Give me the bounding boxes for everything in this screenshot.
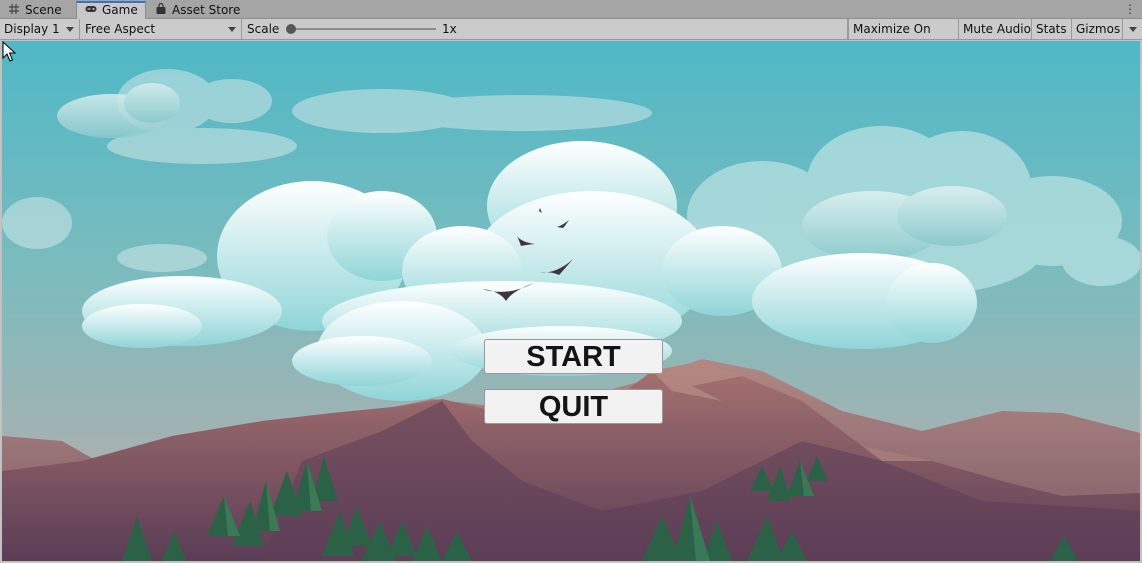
tab-asset-store[interactable]: Asset Store: [147, 1, 243, 19]
tab-asset-store-label: Asset Store: [172, 3, 241, 17]
gamepad-icon: [85, 6, 97, 12]
scale-slider-track[interactable]: [291, 28, 436, 30]
grid-icon: [9, 4, 19, 14]
display-dropdown[interactable]: Display 1: [0, 19, 80, 39]
tab-game-label: Game: [102, 3, 138, 17]
bag-icon: [156, 3, 166, 14]
game-view[interactable]: START QUIT: [2, 41, 1140, 561]
stats-label: Stats: [1036, 22, 1067, 36]
aspect-dropdown[interactable]: Free Aspect: [81, 19, 242, 39]
stats-toggle[interactable]: Stats: [1032, 19, 1072, 39]
mute-audio-label: Mute Audio: [963, 22, 1031, 36]
gizmos-dropdown[interactable]: [1123, 19, 1142, 39]
scale-value: 1x: [442, 22, 457, 36]
chevron-down-icon: [228, 27, 236, 32]
quit-button[interactable]: QUIT: [484, 389, 663, 424]
chevron-down-icon: [1129, 27, 1137, 32]
more-options-icon[interactable]: ⋮: [1124, 1, 1136, 17]
tab-game[interactable]: Game: [76, 1, 146, 19]
tab-scene[interactable]: Scene: [0, 1, 76, 19]
gizmos-toggle[interactable]: Gizmos: [1072, 19, 1123, 39]
display-dropdown-label: Display 1: [4, 22, 60, 36]
start-button[interactable]: START: [484, 339, 663, 374]
mouse-cursor-icon: [2, 41, 16, 62]
maximize-on-play-toggle[interactable]: Maximize On Play: [848, 19, 959, 56]
chevron-down-icon: [66, 27, 74, 32]
mute-audio-toggle[interactable]: Mute Audio: [959, 19, 1032, 39]
gizmos-label: Gizmos: [1076, 22, 1121, 36]
scale-label: Scale: [247, 22, 280, 36]
game-background: [2, 41, 1140, 561]
scale-slider-thumb[interactable]: [286, 24, 296, 34]
aspect-dropdown-label: Free Aspect: [85, 22, 156, 36]
game-toolbar: Display 1 Free Aspect Scale 1x Maximize …: [0, 19, 1142, 56]
tab-scene-label: Scene: [25, 3, 62, 17]
tab-bar: Scene Game Asset Store ⋮: [0, 0, 1142, 19]
unity-game-window: Scene Game Asset Store ⋮ Display 1 Free …: [0, 0, 1142, 563]
